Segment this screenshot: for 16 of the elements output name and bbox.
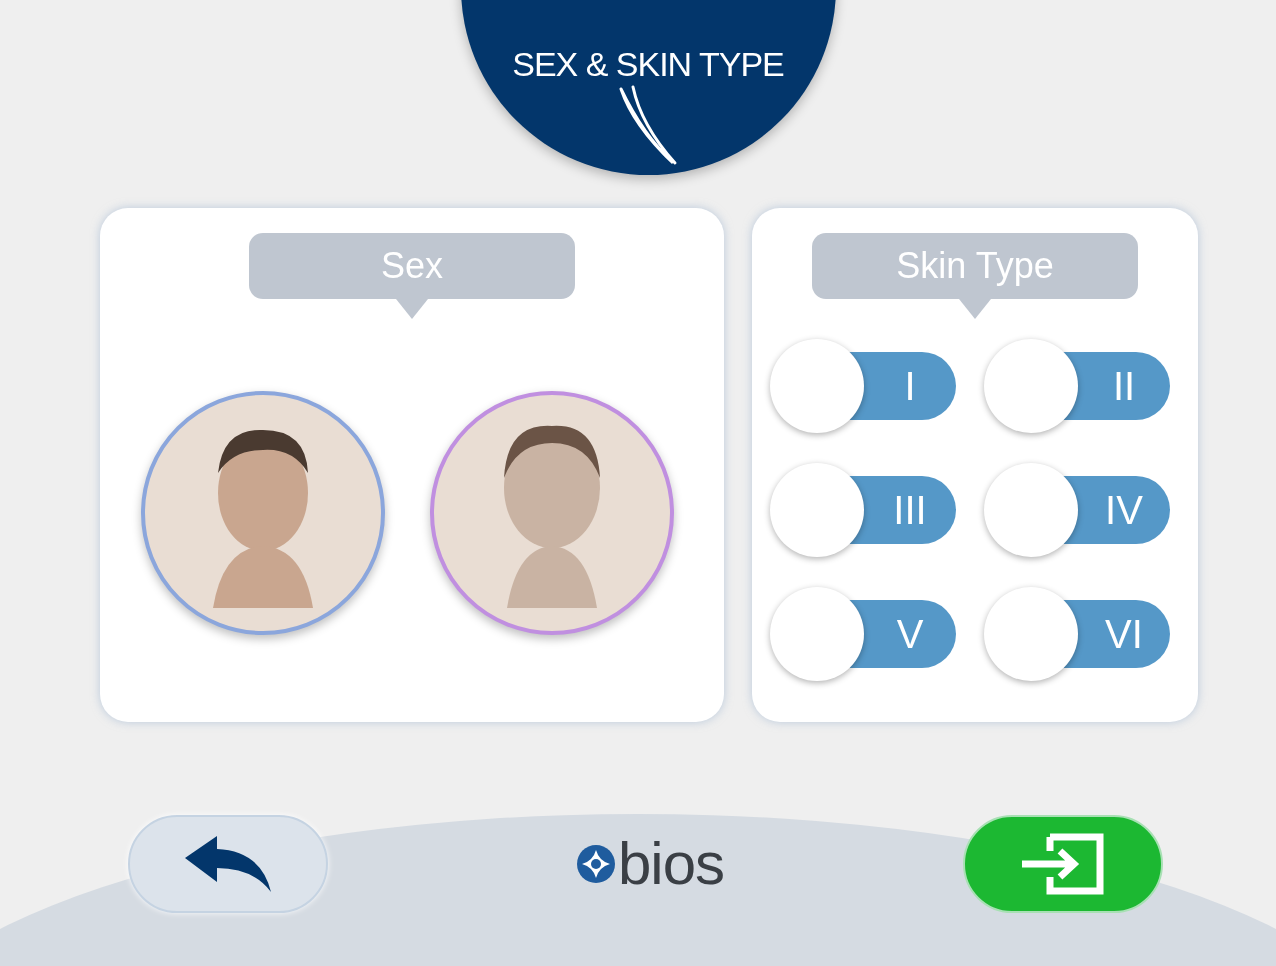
toggle-knob-icon — [984, 587, 1078, 681]
back-button[interactable] — [128, 815, 328, 913]
section-label: Skin Type — [812, 233, 1138, 299]
toggle-knob-icon — [770, 463, 864, 557]
logo-icon — [576, 845, 615, 883]
toggle-knob-icon — [770, 587, 864, 681]
toggle-knob-icon — [984, 339, 1078, 433]
login-icon — [1020, 831, 1106, 897]
toggle-knob-icon — [984, 463, 1078, 557]
section-label: Sex — [249, 233, 575, 299]
back-arrow-icon — [183, 836, 273, 892]
toggle-knob-icon — [770, 339, 864, 433]
callout-pointer-icon — [396, 299, 428, 319]
callout-pointer-icon — [959, 299, 991, 319]
header-title: SEX & SKIN TYPE — [512, 47, 784, 81]
logo-text: bios — [617, 834, 725, 894]
